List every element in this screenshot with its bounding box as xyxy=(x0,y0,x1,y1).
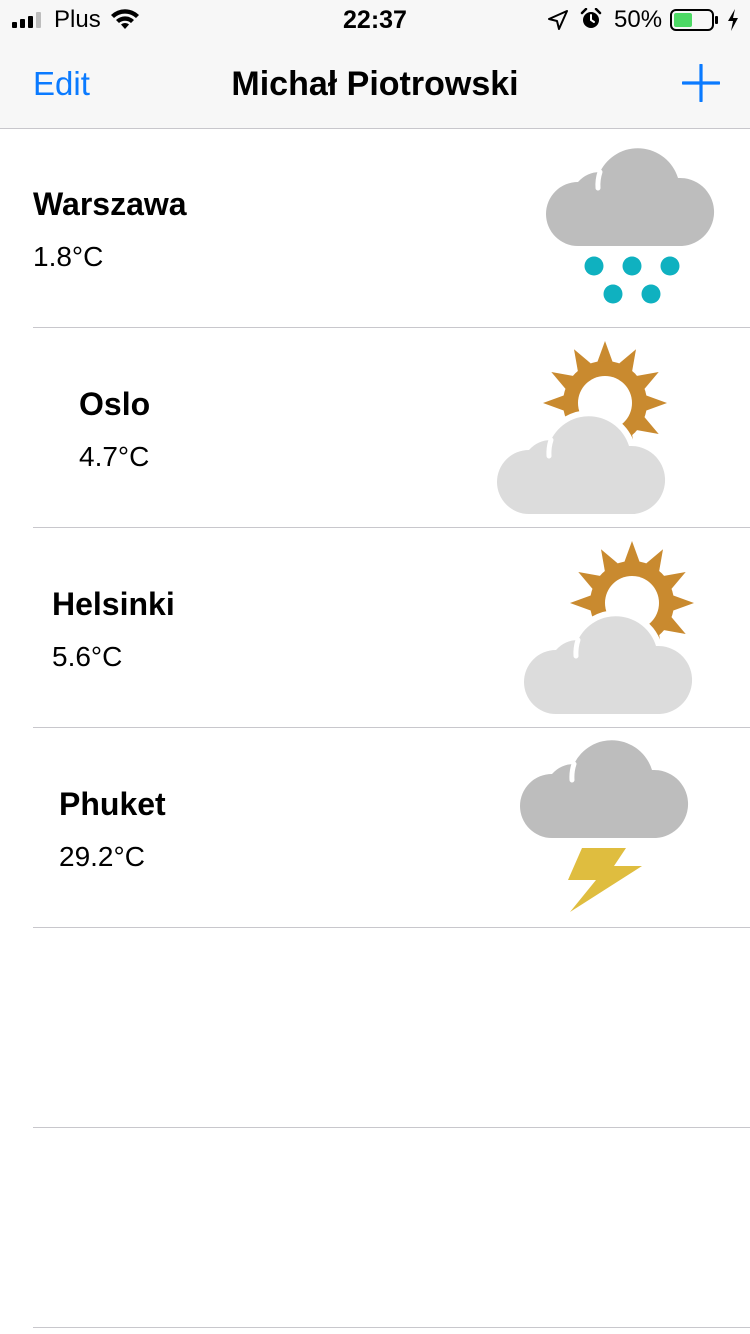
row-separator xyxy=(33,1327,750,1328)
charging-bolt-icon xyxy=(728,9,738,31)
sun-behind-cloud-icon xyxy=(495,341,672,518)
city-name: Helsinki xyxy=(52,586,175,622)
city-row-warszawa[interactable]: Warszawa 1.8°C xyxy=(0,128,750,328)
alarm-icon xyxy=(580,8,602,28)
city-row-helsinki[interactable]: Helsinki 5.6°C xyxy=(0,528,750,728)
location-icon xyxy=(548,10,568,30)
city-temperature: 1.8°C xyxy=(33,241,104,272)
page-title: Michał Piotrowski xyxy=(231,65,519,103)
plus-icon[interactable] xyxy=(682,64,720,102)
city-name: Phuket xyxy=(59,786,166,822)
battery-icon xyxy=(670,9,718,31)
sun-behind-cloud-icon xyxy=(522,541,699,718)
empty-row xyxy=(0,928,750,1128)
city-name: Warszawa xyxy=(33,186,187,222)
status-bar: Plus 22:37 50% xyxy=(0,0,750,40)
empty-row xyxy=(0,1128,750,1328)
cloud-lightning-icon xyxy=(520,740,689,912)
city-temperature: 29.2°C xyxy=(59,841,145,872)
city-row-oslo[interactable]: Oslo 4.7°C xyxy=(0,328,750,528)
city-temperature: 4.7°C xyxy=(79,441,150,472)
city-name: Oslo xyxy=(79,386,151,422)
city-row-phuket[interactable]: Phuket 29.2°C xyxy=(0,728,750,928)
navigation-bar: Edit Michał Piotrowski xyxy=(0,40,750,129)
cloud-snow-icon xyxy=(546,148,715,304)
battery-percent: 50% xyxy=(614,6,663,33)
city-temperature: 5.6°C xyxy=(52,641,123,672)
